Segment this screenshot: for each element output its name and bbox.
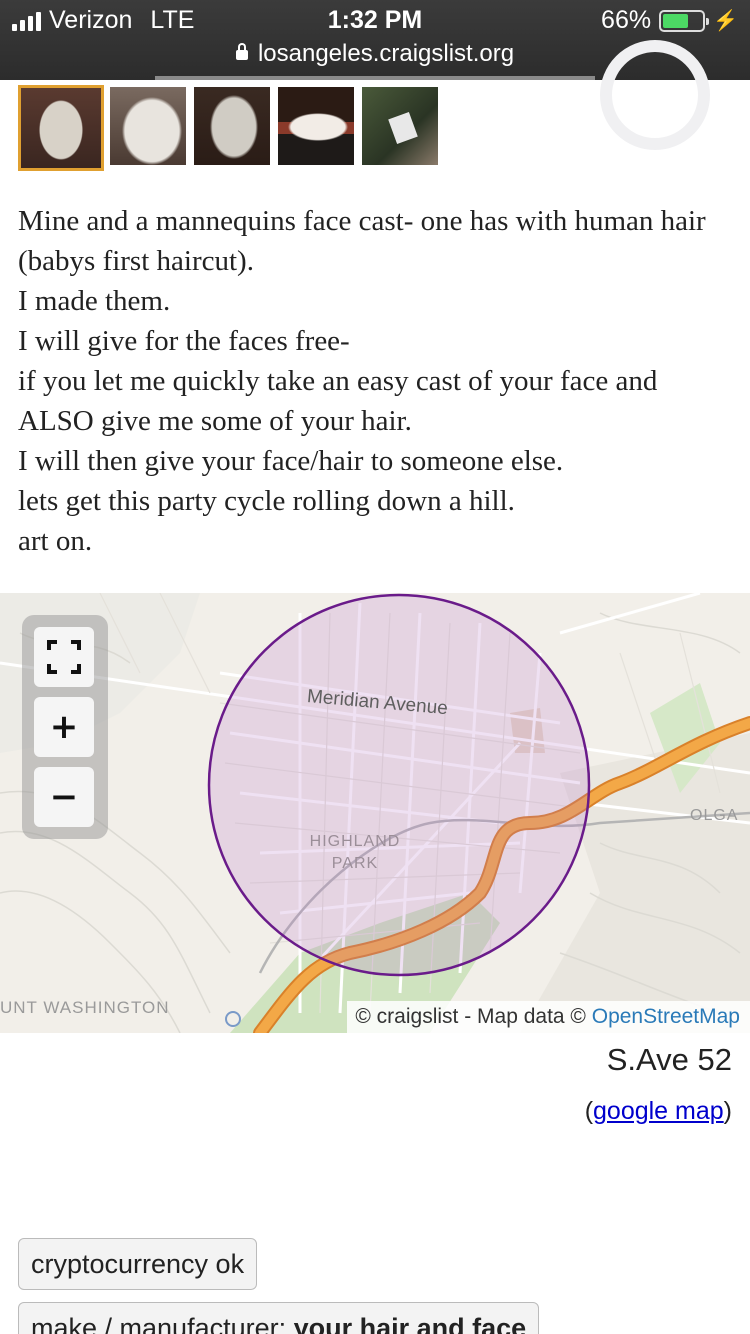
fullscreen-icon (47, 640, 81, 674)
attribute-cryptocurrency: cryptocurrency ok (18, 1238, 258, 1290)
lock-icon (235, 43, 248, 60)
map-label-line: HIGHLAND (309, 833, 401, 850)
paren-open: ( (584, 1097, 594, 1125)
map-controls: + − (22, 615, 108, 839)
body-line: I made them. (18, 285, 171, 317)
zoom-out-button[interactable]: − (34, 767, 94, 827)
map-attribution: © craigslist - Map data © OpenStreetMap (347, 1001, 750, 1033)
decorative-ring (600, 40, 710, 150)
attribution-text: © craigslist - Map data © (355, 1005, 592, 1028)
thumbnail-4[interactable] (276, 85, 356, 167)
charging-bolt-icon: ⚡ (713, 10, 738, 32)
body-line: Mine and a mannequins face cast- one has… (18, 205, 706, 277)
url-domain: losangeles.craigslist.org (257, 40, 515, 67)
zoom-in-button[interactable]: + (34, 697, 94, 757)
paren-close: ) (723, 1097, 732, 1125)
battery-percent: 66% (601, 6, 652, 34)
openstreetmap-link[interactable]: OpenStreetMap (592, 1005, 740, 1028)
thumbnail-2[interactable] (108, 85, 188, 167)
body-line: art on. (18, 525, 93, 557)
attribute-value: your hair and face (293, 1313, 527, 1334)
battery-info: 66% ⚡ (601, 6, 738, 35)
posting-body: Mine and a mannequins face cast- one has… (18, 201, 738, 561)
map-label-line: PARK (331, 855, 379, 872)
body-line: I will then give your face/hair to someo… (18, 445, 564, 477)
fullscreen-button[interactable] (34, 627, 94, 687)
map-label-east: OLGA (690, 807, 739, 824)
image-thumbnails (18, 85, 440, 171)
page-load-progress (155, 76, 595, 80)
thumbnail-1[interactable] (18, 85, 104, 171)
body-line: lets get this party cycle rolling down a… (18, 485, 515, 517)
body-line: if you let me quickly take an easy cast … (18, 365, 658, 437)
attribute-make-manufacturer: make / manufacturer: your hair and face (18, 1302, 540, 1334)
google-map-link-wrapper: (google map) (585, 1097, 732, 1126)
location-map[interactable]: Meridian Avenue HIGHLAND PARK OLGA UNT W… (0, 593, 750, 1033)
attribute-label: make / manufacturer: (31, 1313, 294, 1334)
google-map-link[interactable]: google map (593, 1097, 724, 1125)
map-label-southwest: UNT WASHINGTON (0, 998, 170, 1017)
map-tiles (0, 593, 750, 1033)
body-line: I will give for the faces free- (18, 325, 350, 357)
thumbnail-5[interactable] (360, 85, 440, 167)
thumbnail-3[interactable] (192, 85, 272, 167)
map-address: S.Ave 52 (606, 1042, 732, 1077)
map-label-neighborhood: HIGHLAND PARK (300, 831, 410, 875)
battery-icon (659, 9, 710, 32)
